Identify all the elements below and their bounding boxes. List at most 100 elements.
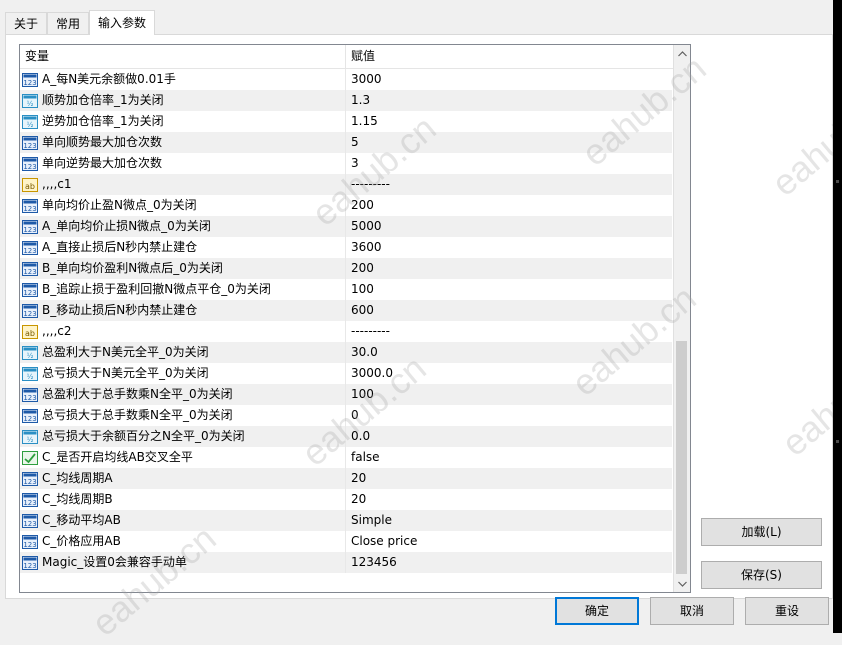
table-row[interactable]: 123 总亏损大于总手数乘N全平_0为关闭 0 [20, 405, 672, 426]
value-cell[interactable]: 3000.0 [346, 363, 672, 384]
variable-cell[interactable]: ½ 顺势加仓倍率_1为关闭 [20, 90, 346, 111]
reset-button[interactable]: 重设 [745, 597, 829, 625]
tab-inputs[interactable]: 输入参数 [89, 10, 156, 35]
value-cell[interactable]: 0.0 [346, 426, 672, 447]
svg-text:123: 123 [23, 289, 36, 297]
variable-cell[interactable]: 123 总盈利大于总手数乘N全平_0为关闭 [20, 384, 346, 405]
table-row[interactable]: 123 A_每N美元余额做0.01手 3000 [20, 69, 672, 90]
variable-cell[interactable]: 123 C_均线周期B [20, 489, 346, 510]
value-cell[interactable]: 100 [346, 279, 672, 300]
table-row[interactable]: 123 A_直接止损后N秒内禁止建仓 3600 [20, 237, 672, 258]
value-cell[interactable]: 123456 [346, 552, 672, 573]
table-row[interactable]: ½ 总亏损大于N美元全平_0为关闭 3000.0 [20, 363, 672, 384]
tab-common[interactable]: 常用 [47, 12, 90, 34]
value-cell[interactable]: 5 [346, 132, 672, 153]
table-row[interactable]: ½ 总亏损大于余额百分之N全平_0为关闭 0.0 [20, 426, 672, 447]
variable-cell[interactable]: 123 总亏损大于总手数乘N全平_0为关闭 [20, 405, 346, 426]
ok-button[interactable]: 确定 [555, 597, 639, 625]
tab-about[interactable]: 关于 [5, 12, 48, 34]
variable-cell[interactable]: C_是否开启均线AB交叉全平 [20, 447, 346, 468]
value-cell[interactable]: 30.0 [346, 342, 672, 363]
value-cell[interactable]: 100 [346, 384, 672, 405]
table-row[interactable]: 123 单向顺势最大加仓次数 5 [20, 132, 672, 153]
variable-cell[interactable]: 123 单向顺势最大加仓次数 [20, 132, 346, 153]
variable-name: 单向逆势最大加仓次数 [42, 156, 163, 170]
table-row[interactable]: 123 单向均价止盈N微点_0为关闭 200 [20, 195, 672, 216]
variable-cell[interactable]: ab ,,,,c1 [20, 174, 346, 195]
svg-text:123: 123 [23, 310, 36, 318]
table-row[interactable]: 123 C_均线周期B 20 [20, 489, 672, 510]
table-row[interactable]: 123 单向逆势最大加仓次数 3 [20, 153, 672, 174]
table-row[interactable]: ab ,,,,c2 --------- [20, 321, 672, 342]
value-cell[interactable]: 20 [346, 489, 672, 510]
vertical-scrollbar[interactable] [673, 45, 690, 592]
integer-type-icon: 123 [22, 471, 38, 486]
svg-text:½: ½ [27, 121, 34, 129]
scrollbar-thumb[interactable] [676, 341, 687, 574]
integer-type-icon: 123 [22, 156, 38, 171]
value-cell[interactable]: 0 [346, 405, 672, 426]
scroll-down-arrow-icon[interactable] [674, 575, 690, 592]
variable-name: C_移动平均AB [42, 513, 121, 527]
value-cell[interactable]: --------- [346, 321, 672, 342]
scroll-up-arrow-icon[interactable] [674, 45, 690, 62]
variable-cell[interactable]: 123 B_追踪止损于盈利回撤N微点平仓_0为关闭 [20, 279, 346, 300]
variable-cell[interactable]: ½ 总亏损大于N美元全平_0为关闭 [20, 363, 346, 384]
variable-cell[interactable]: 123 C_移动平均AB [20, 510, 346, 531]
table-row[interactable]: 123 B_追踪止损于盈利回撤N微点平仓_0为关闭 100 [20, 279, 672, 300]
variable-cell[interactable]: ½ 总亏损大于余额百分之N全平_0为关闭 [20, 426, 346, 447]
header-variable[interactable]: 变量 [20, 45, 346, 68]
variable-name: 总亏损大于总手数乘N全平_0为关闭 [42, 408, 233, 422]
value-cell[interactable]: 3600 [346, 237, 672, 258]
table-row[interactable]: ½ 逆势加仓倍率_1为关闭 1.15 [20, 111, 672, 132]
variable-cell[interactable]: 123 B_单向均价盈利N微点后_0为关闭 [20, 258, 346, 279]
variable-cell[interactable]: 123 单向均价止盈N微点_0为关闭 [20, 195, 346, 216]
table-row[interactable]: 123 总盈利大于总手数乘N全平_0为关闭 100 [20, 384, 672, 405]
variable-name: B_移动止损后N秒内禁止建仓 [42, 303, 198, 317]
value-cell[interactable]: 200 [346, 258, 672, 279]
load-button[interactable]: 加载(L) [701, 518, 822, 546]
table-row[interactable]: 123 A_单向均价止损N微点_0为关闭 5000 [20, 216, 672, 237]
cancel-button[interactable]: 取消 [650, 597, 734, 625]
value-cell[interactable]: 5000 [346, 216, 672, 237]
table-row[interactable]: 123 Magic_设置0会兼容手动单 123456 [20, 552, 672, 573]
variable-cell[interactable]: 123 A_单向均价止损N微点_0为关闭 [20, 216, 346, 237]
value-cell[interactable]: 1.15 [346, 111, 672, 132]
value-cell[interactable]: Simple [346, 510, 672, 531]
table-row[interactable]: 123 B_移动止损后N秒内禁止建仓 600 [20, 300, 672, 321]
variable-cell[interactable]: 123 C_价格应用AB [20, 531, 346, 552]
double-type-icon: ½ [22, 345, 38, 360]
variable-cell[interactable]: 123 单向逆势最大加仓次数 [20, 153, 346, 174]
value-cell[interactable]: 600 [346, 300, 672, 321]
variable-cell[interactable]: 123 B_移动止损后N秒内禁止建仓 [20, 300, 346, 321]
value-cell[interactable]: false [346, 447, 672, 468]
svg-text:ab: ab [25, 329, 35, 338]
variable-cell[interactable]: 123 Magic_设置0会兼容手动单 [20, 552, 346, 573]
value-cell[interactable]: 1.3 [346, 90, 672, 111]
value-cell[interactable]: Close price [346, 531, 672, 552]
value-cell[interactable]: 200 [346, 195, 672, 216]
table-row[interactable]: 123 C_移动平均AB Simple [20, 510, 672, 531]
variable-cell[interactable]: 123 C_均线周期A [20, 468, 346, 489]
table-row[interactable]: 123 B_单向均价盈利N微点后_0为关闭 200 [20, 258, 672, 279]
value-cell[interactable]: --------- [346, 174, 672, 195]
variable-cell[interactable]: 123 A_每N美元余额做0.01手 [20, 69, 346, 90]
variable-cell[interactable]: ½ 总盈利大于N美元全平_0为关闭 [20, 342, 346, 363]
value-cell[interactable]: 3 [346, 153, 672, 174]
variable-name: B_单向均价盈利N微点后_0为关闭 [42, 261, 223, 275]
value-cell[interactable]: 3000 [346, 69, 672, 90]
header-value[interactable]: 赋值 [346, 45, 672, 68]
table-row[interactable]: C_是否开启均线AB交叉全平 false [20, 447, 672, 468]
save-button[interactable]: 保存(S) [701, 561, 822, 589]
table-row[interactable]: 123 C_均线周期A 20 [20, 468, 672, 489]
table-row[interactable]: ½ 总盈利大于N美元全平_0为关闭 30.0 [20, 342, 672, 363]
variable-cell[interactable]: ½ 逆势加仓倍率_1为关闭 [20, 111, 346, 132]
value-cell[interactable]: 20 [346, 468, 672, 489]
tab-bar: 关于 常用 输入参数 [5, 10, 156, 35]
table-row[interactable]: ½ 顺势加仓倍率_1为关闭 1.3 [20, 90, 672, 111]
table-row[interactable]: ab ,,,,c1 --------- [20, 174, 672, 195]
variable-name: 单向顺势最大加仓次数 [42, 135, 163, 149]
table-row[interactable]: 123 C_价格应用AB Close price [20, 531, 672, 552]
variable-cell[interactable]: 123 A_直接止损后N秒内禁止建仓 [20, 237, 346, 258]
variable-cell[interactable]: ab ,,,,c2 [20, 321, 346, 342]
